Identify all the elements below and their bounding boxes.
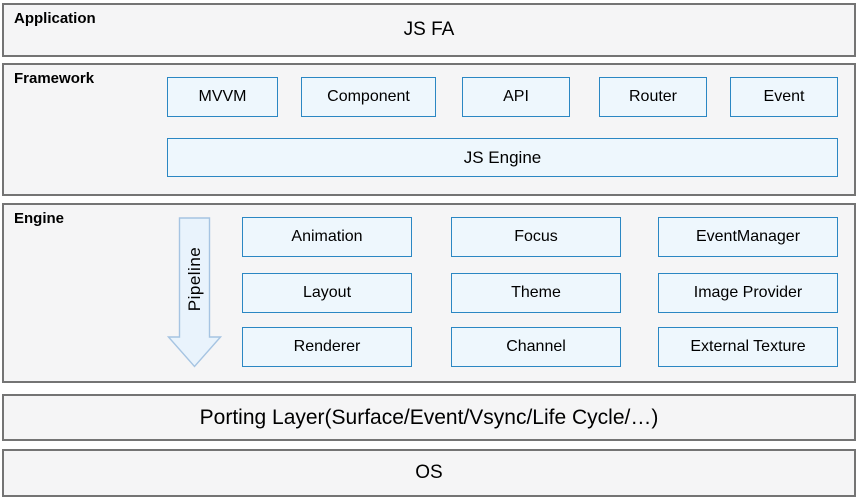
box-layout: Layout xyxy=(242,273,412,313)
box-animation: Animation xyxy=(242,217,412,257)
layer-os: OS xyxy=(2,449,856,497)
box-component: Component xyxy=(301,77,436,117)
box-mvvm: MVVM xyxy=(167,77,278,117)
box-event: Event xyxy=(730,77,838,117)
box-image-provider: Image Provider xyxy=(658,273,838,313)
box-theme: Theme xyxy=(451,273,621,313)
box-external-texture: External Texture xyxy=(658,327,838,367)
box-channel: Channel xyxy=(451,327,621,367)
layer-label-framework: Framework xyxy=(14,70,94,88)
layer-porting: Porting Layer(Surface/Event/Vsync/Life C… xyxy=(2,394,856,441)
porting-layer-title: Porting Layer(Surface/Event/Vsync/Life C… xyxy=(4,396,854,439)
layer-label-engine: Engine xyxy=(14,210,64,228)
application-title: JS FA xyxy=(4,5,854,55)
box-api: API xyxy=(462,77,570,117)
box-event-manager: EventManager xyxy=(658,217,838,257)
box-router: Router xyxy=(599,77,707,117)
box-js-engine: JS Engine xyxy=(167,138,838,177)
box-focus: Focus xyxy=(451,217,621,257)
layer-engine: Engine Pipeline Animation Layout Rendere… xyxy=(2,203,856,383)
pipeline-arrow: Pipeline xyxy=(167,217,222,368)
os-title: OS xyxy=(4,451,854,495)
layer-framework: Framework MVVM Component API Router Even… xyxy=(2,63,856,196)
box-renderer: Renderer xyxy=(242,327,412,367)
pipeline-label: Pipeline xyxy=(185,247,205,312)
layer-application: Application JS FA xyxy=(2,3,856,57)
